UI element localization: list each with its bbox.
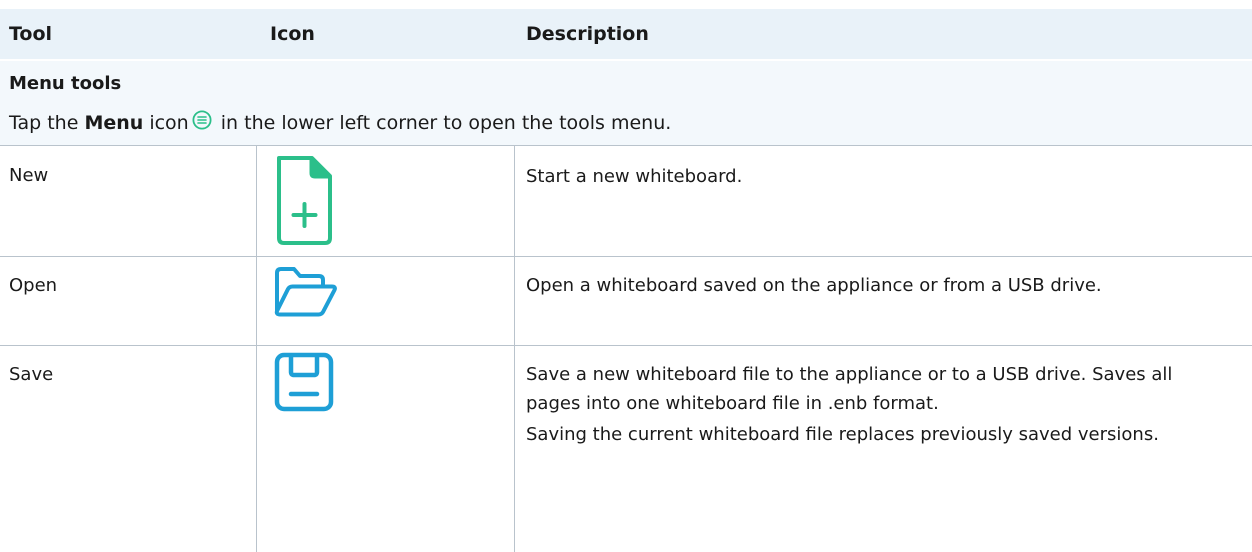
description-paragraph: Open a whiteboard saved on the appliance… (526, 275, 1102, 296)
tool-name-open: Open (9, 275, 58, 296)
note-text-after: in the lower left corner to open the too… (214, 112, 672, 134)
header-icon: Icon (270, 23, 315, 45)
tool-name-new: New (9, 165, 49, 186)
tool-name-save: Save (9, 364, 54, 385)
description-paragraph: Save a new whiteboard file to the applia… (526, 364, 1173, 414)
description-save: Save a new whiteboard file to the applia… (526, 360, 1226, 449)
note-text-before: Tap the (9, 112, 85, 134)
description-paragraph: Saving the current whiteboard file repla… (526, 424, 1159, 445)
description-open: Open a whiteboard saved on the appliance… (526, 271, 1226, 300)
table-header-row: Tool Icon Description (0, 9, 1252, 59)
note-text-bold: Menu (84, 112, 144, 134)
header-tool: Tool (9, 23, 53, 45)
row-divider (0, 145, 1252, 146)
section-title: Menu tools (9, 73, 122, 94)
note-text-mid: icon (143, 112, 189, 134)
save-disk-icon (272, 350, 336, 418)
column-divider (256, 146, 257, 552)
row-divider (0, 256, 1252, 257)
column-divider (514, 146, 515, 552)
description-paragraph: Start a new whiteboard. (526, 166, 743, 187)
folder-open-icon (270, 263, 340, 327)
section-note: Tap the Menu icon in the lower left corn… (9, 109, 671, 137)
header-description: Description (526, 23, 649, 45)
new-file-icon (274, 154, 336, 252)
description-new: Start a new whiteboard. (526, 162, 1226, 191)
row-divider (0, 345, 1252, 346)
menu-circle-icon (192, 110, 212, 130)
